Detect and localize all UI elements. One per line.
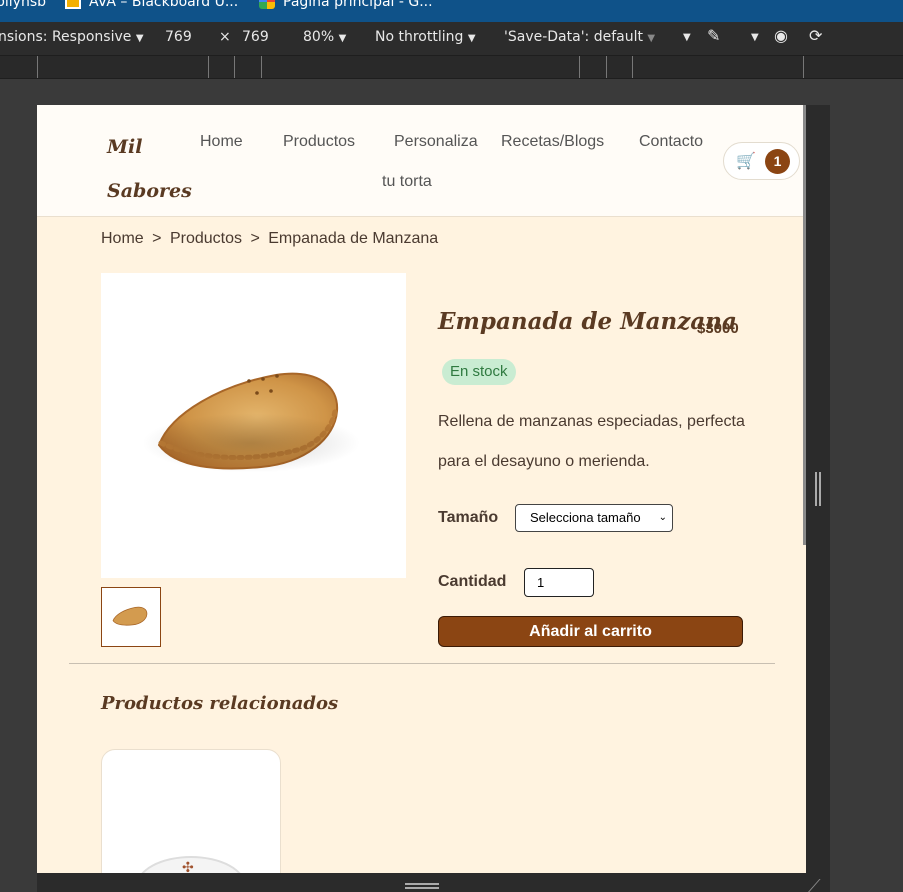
size-label: Tamaño: [438, 509, 499, 526]
breadcrumb-current: Empanada de Manzana: [268, 230, 439, 247]
section-divider: [69, 663, 775, 664]
chevron-down-icon: ▼: [338, 33, 347, 44]
product-price: $3000: [697, 320, 739, 337]
width-input[interactable]: 769: [165, 29, 192, 45]
related-products-title: Productos relacionados: [101, 693, 339, 714]
bookmark-label: biiyhsb: [0, 0, 47, 10]
chevron-down-icon: ▼: [647, 33, 656, 44]
decoration-icon: ✣: [182, 860, 194, 873]
throttling-dropdown[interactable]: No throttling ▼: [375, 29, 476, 45]
throttling-label: No throttling: [375, 29, 464, 45]
nav-personaliza-line2[interactable]: tu torta: [382, 173, 432, 191]
device-toolbar: nsions: Responsive ▼ 769 × 769 80% ▼ No …: [0, 22, 903, 55]
cart-count-badge: 1: [765, 149, 790, 174]
save-data-label: 'Save-Data': default: [504, 29, 643, 45]
more-options-icon[interactable]: ▼: [683, 32, 691, 43]
bookmark-label: Página principal - G...: [283, 0, 433, 10]
zoom-dropdown[interactable]: 80% ▼: [303, 29, 346, 45]
bookmark-item[interactable]: Página principal - G...: [259, 0, 433, 10]
stock-badge: En stock: [442, 359, 516, 385]
dimensions-dropdown[interactable]: nsions: Responsive ▼: [0, 29, 144, 45]
resize-corner-icon[interactable]: ⟋: [808, 876, 821, 892]
bookmark-item[interactable]: AVA – Blackboard U...: [65, 0, 238, 10]
size-select[interactable]: Selecciona tamaño ⌄: [515, 504, 673, 532]
chevron-down-icon: ▼: [135, 33, 144, 44]
media-query-ruler: [0, 55, 903, 79]
cart-icon: 🛒: [736, 151, 756, 170]
product-title: Empanada de Manzana: [438, 308, 737, 335]
bookmarks-bar: biiyhsb AVA – Blackboard U... Página pri…: [0, 0, 903, 22]
empanada-thumbnail-image: [112, 606, 148, 626]
nav-productos[interactable]: Productos: [283, 133, 355, 151]
dimensions-label: nsions: Responsive: [0, 29, 132, 45]
breadcrumb-separator: >: [250, 230, 260, 247]
product-thumbnail[interactable]: [101, 587, 161, 647]
resize-handle-bottom[interactable]: [405, 883, 439, 889]
eye-icon[interactable]: ◉: [774, 26, 788, 45]
nav-contacto[interactable]: Contacto: [639, 133, 703, 151]
chevron-down-icon: ▼: [467, 33, 476, 44]
chevron-down-icon[interactable]: ▼: [751, 32, 759, 43]
times-icon: ×: [219, 29, 231, 45]
eyedropper-icon[interactable]: ✎: [707, 26, 720, 45]
breadcrumb-productos[interactable]: Productos: [170, 230, 242, 247]
resize-handle-right[interactable]: [815, 472, 821, 506]
related-product-card[interactable]: ✣: [101, 749, 281, 873]
ava-icon: [65, 0, 81, 9]
nav-personaliza[interactable]: Personaliza: [394, 133, 478, 151]
product-main-image: [101, 273, 406, 578]
device-viewport: Mil Sabores Home Productos Personaliza t…: [37, 105, 806, 873]
site-logo[interactable]: Mil Sabores: [107, 125, 192, 213]
product-description: Rellena de manzanas especiadas, perfecta…: [438, 413, 745, 470]
site-header: Mil Sabores Home Productos Personaliza t…: [37, 105, 806, 217]
rotate-icon[interactable]: ⟳: [809, 26, 822, 45]
logo-line: Mil: [107, 136, 143, 158]
cart-button[interactable]: 🛒 1: [723, 142, 800, 180]
breadcrumb-separator: >: [152, 230, 162, 247]
add-to-cart-button[interactable]: Añadir al carrito: [438, 616, 743, 647]
quantity-label: Cantidad: [438, 573, 507, 590]
save-data-dropdown[interactable]: 'Save-Data': default ▼: [504, 29, 655, 45]
breadcrumb-home[interactable]: Home: [101, 230, 144, 247]
size-select-value: Selecciona tamaño: [530, 510, 641, 525]
chevron-down-icon: ⌄: [658, 512, 667, 523]
zoom-label: 80%: [303, 29, 335, 45]
nav-home[interactable]: Home: [200, 133, 243, 151]
height-input[interactable]: 769: [242, 29, 269, 45]
bookmark-item[interactable]: biiyhsb: [0, 0, 46, 10]
quantity-input[interactable]: 1: [524, 568, 594, 597]
logo-line: Sabores: [107, 180, 192, 202]
bookmark-label: AVA – Blackboard U...: [89, 0, 239, 10]
google-drive-icon: [259, 0, 275, 9]
nav-recetas[interactable]: Recetas/Blogs: [501, 133, 604, 151]
breadcrumb: Home > Productos > Empanada de Manzana: [101, 230, 442, 248]
